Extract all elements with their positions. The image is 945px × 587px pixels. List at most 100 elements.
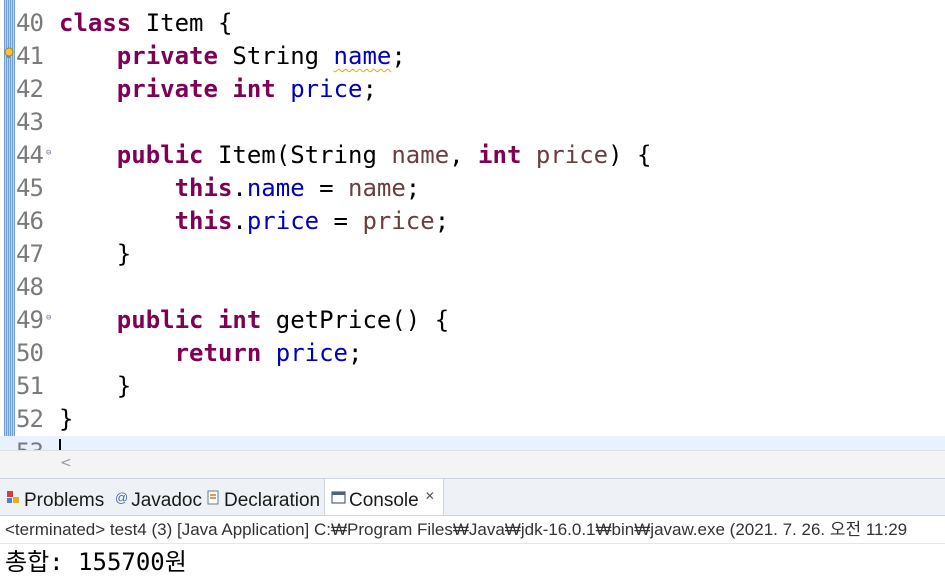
code-token: getPrice() { <box>261 306 450 334</box>
line-number: 40 <box>16 9 44 37</box>
console-icon <box>331 491 346 504</box>
code-token: class <box>59 9 132 37</box>
code-token: name <box>348 174 406 202</box>
code-line[interactable]: 50 return price; <box>0 337 945 370</box>
code-line[interactable]: 47 } <box>0 238 945 271</box>
tab-label: Console <box>349 490 419 511</box>
javadoc-icon: @ <box>115 490 129 505</box>
code-token: ; <box>348 339 363 367</box>
line-number: 43 <box>16 108 44 136</box>
code-line[interactable]: 52} <box>0 403 945 436</box>
code-token: Item(String <box>203 141 392 169</box>
line-number: 46 <box>16 207 44 235</box>
code-text: return price; <box>59 337 363 370</box>
tab-label: Problems <box>24 490 105 511</box>
line-number: 41 <box>16 42 44 70</box>
code-token: name <box>246 174 305 202</box>
code-text: public int getPrice() { <box>59 304 449 337</box>
line-number: 45 <box>16 174 44 202</box>
line-number: 48 <box>16 273 44 301</box>
fold-collapse-icon[interactable]: ⊖ <box>46 314 55 323</box>
code-token: price <box>535 141 609 169</box>
code-token: = <box>319 207 363 235</box>
code-token: String <box>217 42 334 70</box>
code-token: private <box>116 42 218 70</box>
line-number: 51 <box>16 372 44 400</box>
code-text: this.price = price; <box>59 205 450 238</box>
console-output-area[interactable]: 총합: 155700원 <box>0 543 945 587</box>
line-number: 50 <box>16 339 44 367</box>
code-line[interactable]: 49 ⊖ public int getPrice() { <box>0 304 945 337</box>
tab-label: Declaration <box>224 490 321 511</box>
code-line[interactable]: 53 <box>0 436 945 450</box>
code-token: , <box>449 141 479 169</box>
code-token: . <box>232 174 247 202</box>
code-token: this <box>174 207 233 235</box>
code-text: } <box>59 403 73 436</box>
code-text: this.name = name; <box>59 172 421 205</box>
code-editor[interactable]: 40 class Item {41 private String name; 42 … <box>0 0 945 450</box>
code-token: public <box>116 141 204 169</box>
code-token: name <box>333 42 392 70</box>
code-token: ; <box>434 207 450 235</box>
code-token: int <box>478 141 522 169</box>
code-token: return <box>174 339 262 367</box>
code-line[interactable]: 44 ⊖ public Item(String name, int price) … <box>0 139 945 172</box>
code-line[interactable]: 48 <box>0 271 945 304</box>
code-line[interactable]: 41 private String name; <box>0 40 945 73</box>
code-text: } <box>59 238 131 271</box>
code-token: price <box>275 339 348 367</box>
code-token: Item { <box>131 9 233 37</box>
code-line[interactable]: 40 class Item { <box>0 7 945 40</box>
code-token: price <box>362 207 435 235</box>
code-text: } <box>59 370 131 403</box>
code-line[interactable]: 42 private int price; <box>0 73 945 106</box>
code-token: price <box>290 75 363 103</box>
views-tab-bar: Problems @ Javadoc Declaration Console ✕ <box>0 478 945 516</box>
code-token: ) { <box>608 141 652 169</box>
code-token: ; <box>391 42 406 70</box>
tab-label: Javadoc <box>131 490 202 512</box>
tab-javadoc[interactable]: @ Javadoc <box>115 479 202 516</box>
console-process-description: <terminated> test4 (3) [Java Application… <box>0 515 945 544</box>
code-token: name <box>391 141 450 169</box>
code-text: private String name; <box>59 40 406 73</box>
tab-declaration[interactable]: Declaration <box>206 479 320 516</box>
code-line[interactable]: 51 } <box>0 370 945 403</box>
close-icon[interactable]: ✕ <box>425 489 435 503</box>
code-token: . <box>232 207 247 235</box>
line-number: 52 <box>16 405 44 433</box>
problems-icon <box>7 491 19 504</box>
fold-collapse-icon[interactable]: ⊖ <box>46 149 55 158</box>
code-token: } <box>59 372 132 400</box>
code-token: int <box>232 75 276 103</box>
code-token: } <box>59 240 132 268</box>
code-token: this <box>174 174 233 202</box>
code-line[interactable]: 45 this.name = name; <box>0 172 945 205</box>
code-token: price <box>246 207 320 235</box>
tab-console[interactable]: Console ✕ <box>324 479 444 516</box>
code-line[interactable]: 43 <box>0 106 945 139</box>
tab-problems[interactable]: Problems <box>6 479 104 516</box>
code-text: public Item(String name, int price) { <box>59 139 652 172</box>
horizontal-scrollbar[interactable]: < <box>0 450 945 478</box>
line-number: 47 <box>16 240 44 268</box>
code-token: ; <box>405 174 421 202</box>
console-terminated-label: <terminated> test4 (3) [Java Application… <box>5 520 908 539</box>
code-token: ; <box>362 75 377 103</box>
line-number: 53 <box>16 436 54 450</box>
scroll-left-arrow-icon[interactable]: < <box>60 455 72 471</box>
code-line[interactable]: 46 this.price = price; <box>0 205 945 238</box>
console-output-text: 총합: 155700원 <box>5 548 187 576</box>
line-number: 42 <box>16 75 44 103</box>
